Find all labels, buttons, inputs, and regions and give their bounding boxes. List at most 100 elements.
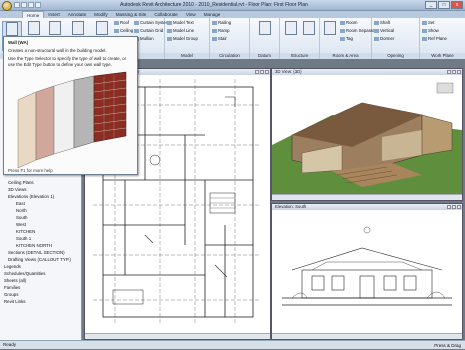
tab-modify[interactable]: Modify (90, 11, 112, 18)
railing-button[interactable]: Railing (212, 20, 231, 26)
tree-item[interactable]: West (2, 221, 80, 228)
tree-item[interactable]: Sheets (all) (2, 277, 80, 284)
tag-button[interactable]: Tag (340, 36, 353, 42)
view-controls (447, 205, 461, 209)
room-button[interactable]: Room (340, 20, 357, 26)
title-bar: Autodesk Revit Architecture 2010 - 2010_… (0, 0, 465, 11)
tab-insert[interactable]: Insert (44, 11, 64, 18)
set-button[interactable]: Set (422, 20, 434, 26)
tree-item[interactable]: Drafting Views (CALLOUT TYP.) (2, 256, 80, 263)
view-maximize-button[interactable] (452, 205, 456, 209)
grid-icon (259, 21, 271, 35)
roof-button[interactable]: Roof (114, 20, 129, 26)
tree-item[interactable]: KITCHEN NORTH (2, 242, 80, 249)
datum-panel-label: Datum (250, 53, 279, 59)
application-menu-button[interactable] (2, 1, 12, 11)
view-maximize-button[interactable] (260, 70, 264, 74)
shaft-button[interactable]: Shaft (374, 20, 390, 26)
vertical-opening-button[interactable]: Vertical (374, 28, 394, 34)
work-plane-panel: Set Show Ref Plane Work Plane (420, 18, 465, 59)
tree-item[interactable]: East (2, 200, 80, 207)
railing-icon (212, 20, 217, 25)
dormer-button[interactable]: Dormer (374, 36, 394, 42)
grid-button[interactable] (255, 21, 275, 51)
model-group-icon (167, 36, 172, 41)
tab-home[interactable]: Home (22, 11, 45, 18)
beam-icon (285, 21, 297, 35)
tree-item[interactable]: Schedules/Quantities (2, 270, 80, 277)
view-controls (255, 70, 269, 74)
tab-manage[interactable]: Manage (200, 11, 225, 18)
open-icon[interactable] (14, 2, 20, 8)
brace-button[interactable] (301, 21, 317, 51)
redo-icon[interactable] (35, 2, 41, 8)
view-minimize-button[interactable] (447, 70, 451, 74)
minimize-button[interactable]: _ (425, 1, 437, 9)
tooltip-title: Wall (WA) (8, 40, 29, 45)
view-close-button[interactable] (457, 70, 461, 74)
status-text: Ready (3, 342, 17, 347)
tree-item[interactable]: KITCHEN (2, 228, 80, 235)
datum-panel: Datum (250, 18, 280, 59)
view-minimize-button[interactable] (255, 70, 259, 74)
ramp-button[interactable]: Ramp (212, 28, 229, 34)
tab-view[interactable]: View (182, 11, 200, 18)
show-button[interactable]: Show (422, 28, 439, 34)
room-small-icon (340, 20, 345, 25)
stair-button[interactable]: Stair (212, 36, 227, 42)
view-close-button[interactable] (265, 70, 269, 74)
circulation-panel: Railing Ramp Stair Circulation (210, 18, 250, 59)
tree-item[interactable]: 3D Views (2, 186, 80, 193)
elevation-view[interactable]: Elevation: South (271, 203, 463, 340)
3d-view[interactable]: 3D View: {3D} (271, 68, 463, 201)
tree-item[interactable]: Ceiling Plans (2, 179, 80, 186)
room-separator-icon (340, 28, 345, 33)
tooltip-description: Use the Type Selector to specify the typ… (8, 56, 127, 61)
model-text-button[interactable]: Model Text (167, 20, 194, 26)
beam-button[interactable] (283, 21, 299, 51)
tree-item[interactable]: Families (2, 284, 80, 291)
ref-plane-button[interactable]: Ref Plane (422, 36, 447, 42)
opening-panel: Shaft Vertical Dormer Opening (372, 18, 420, 59)
tooltip-description: use the Edit Type button to define your … (8, 62, 112, 67)
view-control-bar (272, 333, 462, 339)
tree-item[interactable]: South (2, 214, 80, 221)
maximize-button[interactable]: □ (438, 1, 450, 9)
wall-tooltip: Wall (WA) Creates a non-structural wall … (3, 36, 138, 175)
tree-item[interactable]: Legends (2, 263, 80, 270)
view-close-button[interactable] (457, 205, 461, 209)
3d-model-render (272, 75, 462, 194)
model-text-icon (167, 20, 172, 25)
view-control-bar (85, 333, 270, 339)
wall-icon (6, 22, 18, 36)
tree-item[interactable]: Sections (DETAIL SECTION) (2, 249, 80, 256)
vertical-icon (374, 28, 379, 33)
model-line-button[interactable]: Model Line (167, 28, 194, 34)
tab-annotate[interactable]: Annotate (64, 11, 90, 18)
tree-item[interactable]: Revit Links (2, 298, 80, 305)
tree-item[interactable]: Groups (2, 291, 80, 298)
view-minimize-button[interactable] (447, 205, 451, 209)
project-browser-tree: Ceiling Plans 3D Views Elevations (Eleva… (2, 179, 80, 305)
close-button[interactable]: x (451, 1, 463, 9)
tab-massing-site[interactable]: Massing & Site (112, 11, 151, 18)
room-big-button[interactable] (322, 21, 338, 51)
work-plane-panel-label: Work Plane (420, 53, 465, 59)
save-icon[interactable] (21, 2, 27, 8)
tree-item[interactable]: North (2, 207, 80, 214)
set-icon (422, 20, 427, 25)
tab-collaborate[interactable]: Collaborate (150, 11, 182, 18)
view-maximize-button[interactable] (452, 70, 456, 74)
curtain-grid-icon (134, 28, 139, 33)
undo-icon[interactable] (28, 2, 34, 8)
component-icon (72, 21, 84, 35)
tree-item[interactable]: South 1 (2, 235, 80, 242)
structure-panel-label: Structure (280, 53, 319, 59)
curtain-grid-button[interactable]: Curtain Grid (134, 28, 163, 34)
ceiling-button[interactable]: Ceiling (114, 28, 133, 34)
model-group-button[interactable]: Model Group (167, 36, 198, 42)
tree-item[interactable]: Elevations (Elevation 1) (2, 193, 80, 200)
model-line-icon (167, 28, 172, 33)
wall-types-illustration (17, 71, 127, 169)
room-area-panel: Room Room Separator Tag Room & Area (320, 18, 378, 59)
